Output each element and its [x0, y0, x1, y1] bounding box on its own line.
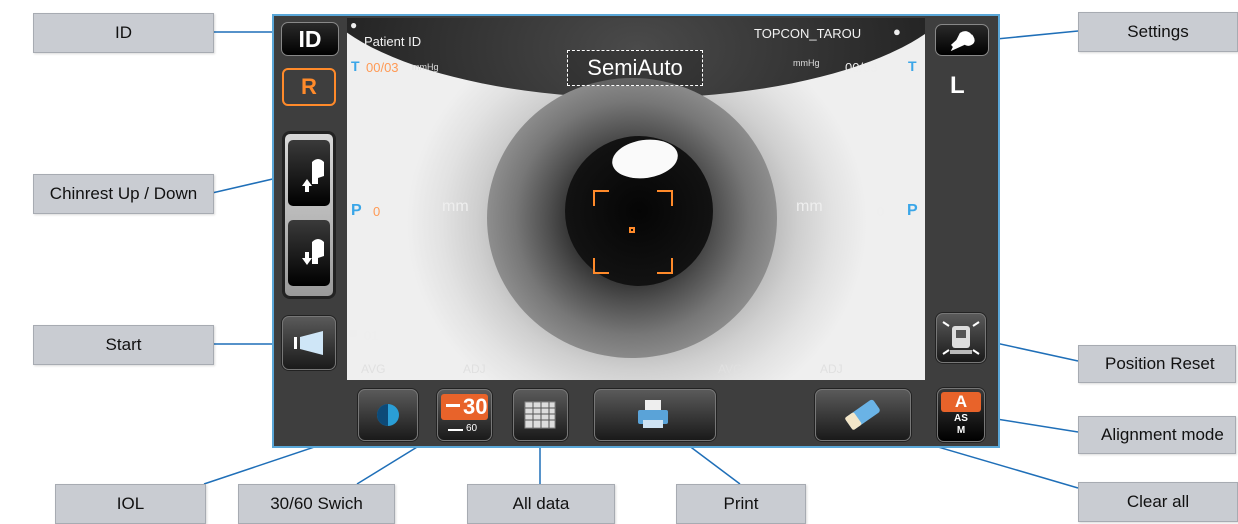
count-icon: ■	[349, 325, 357, 340]
switch-60-bar	[448, 429, 463, 431]
start-icon	[294, 331, 323, 355]
tonometry-left-letter: T	[351, 58, 360, 74]
pachy-left-value: 0	[373, 204, 381, 219]
print-button[interactable]	[594, 389, 716, 441]
adj-left-label: ADJ	[463, 362, 486, 376]
callout-settings: Settings	[1078, 12, 1238, 52]
callout-position-reset: Position Reset	[1078, 345, 1236, 383]
position-reset-icon	[942, 321, 980, 355]
iol-icon	[377, 404, 399, 426]
iop-left-value: 00/03	[366, 60, 399, 75]
pachy-right-unit: mm	[796, 198, 823, 215]
clear-all-button[interactable]	[815, 389, 911, 441]
operator-name: TOPCON_TAROU	[754, 26, 862, 41]
start-button[interactable]	[282, 316, 336, 370]
iop-left-unit: mmHg	[412, 62, 439, 72]
callout-alignment-mode: Alignment mode	[1078, 416, 1236, 454]
alignment-mode-button[interactable]: A AS M	[937, 388, 985, 442]
alignment-manual-option: M	[956, 425, 966, 436]
pachy-right-letter: P	[907, 202, 918, 219]
adj-right-label: ADJ	[820, 362, 843, 376]
all-data-button[interactable]	[513, 389, 568, 441]
chinrest-up-icon	[302, 159, 324, 192]
switch-60-label: 60	[466, 423, 478, 434]
target-center	[629, 227, 635, 233]
switch-30-bar	[446, 404, 460, 407]
target-corner	[593, 190, 609, 206]
measurement-mode-label: SemiAuto	[567, 50, 703, 86]
patient-icon: ●	[350, 18, 358, 32]
chinrest-down-icon	[302, 239, 324, 265]
chinrest-up-button[interactable]	[288, 140, 330, 206]
switch-30-label: 30	[463, 394, 488, 419]
target-corner	[593, 258, 609, 274]
eraser-icon	[845, 399, 880, 430]
position-reset-button[interactable]	[936, 313, 986, 363]
chinrest-up-down-button[interactable]	[283, 132, 335, 298]
callout-all-data: All data	[467, 484, 615, 524]
iol-button[interactable]	[358, 389, 418, 441]
patient-id-label: Patient ID	[364, 34, 422, 49]
target-corner	[657, 190, 673, 206]
operator-icon: ●	[893, 24, 901, 39]
chinrest-down-button[interactable]	[288, 220, 330, 286]
callout-30-60-switch: 30/60 Swich	[238, 484, 395, 524]
callout-chinrest: Chinrest Up / Down	[33, 174, 214, 214]
target-corner	[657, 258, 673, 274]
avg-left-label: AVG	[361, 362, 386, 376]
alignment-semiauto-option: AS	[954, 413, 968, 424]
callout-id: ID	[33, 13, 214, 53]
printer-icon	[638, 400, 668, 428]
30-60-switch-button[interactable]: 30 60	[437, 389, 492, 441]
iop-right-unit: mmHg	[793, 58, 820, 68]
table-icon	[524, 401, 556, 429]
settings-button[interactable]	[935, 24, 989, 56]
callout-start: Start	[33, 325, 214, 365]
left-eye-indicator: L	[950, 72, 965, 99]
pachy-right-value: 0	[877, 204, 885, 219]
pachy-left-letter: P	[351, 202, 362, 219]
callout-print: Print	[676, 484, 806, 524]
callout-clear-all: Clear all	[1078, 482, 1238, 522]
avg-right-label: AVG	[718, 362, 743, 376]
iop-right-value: 00/03	[845, 60, 878, 75]
callout-iol: IOL	[55, 484, 206, 524]
alignment-auto-option: A	[941, 392, 981, 412]
measurement-count: 01	[364, 328, 379, 343]
pachy-left-unit: mm	[442, 198, 469, 215]
tonometry-right-letter: T	[908, 58, 917, 74]
wrench-icon	[950, 31, 975, 51]
id-button[interactable]: ID	[281, 22, 339, 56]
right-eye-indicator: R	[282, 68, 336, 106]
